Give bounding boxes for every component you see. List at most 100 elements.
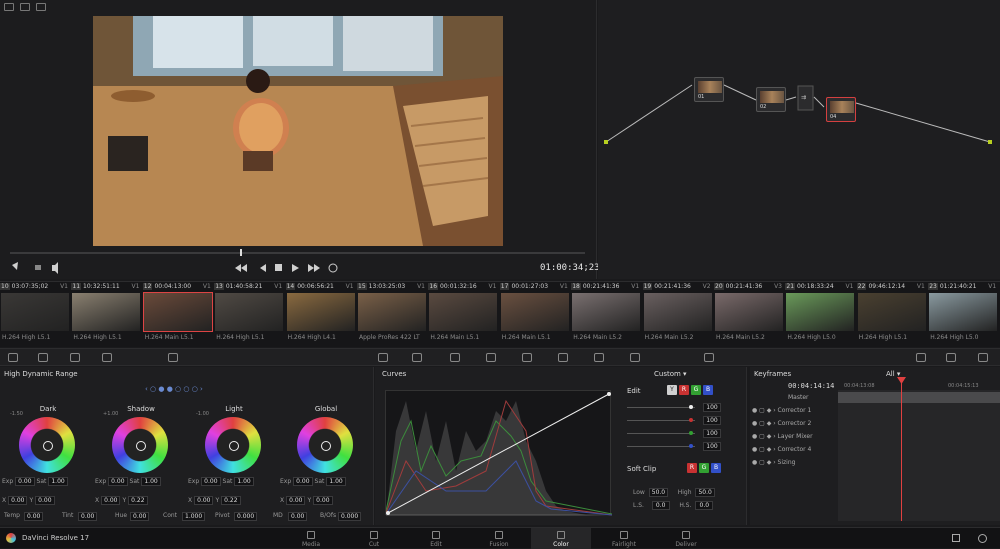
magic-mask-icon[interactable] (522, 353, 532, 362)
settings-gear-icon[interactable] (978, 534, 987, 543)
page-tab-media[interactable]: Media (281, 528, 341, 549)
b-intensity-field[interactable]: 100 (703, 442, 721, 451)
keyframe-row[interactable]: ● ▢ ◆ › Sizing (752, 459, 836, 466)
page-tab-fusion[interactable]: Fusion (469, 528, 529, 549)
sat-field[interactable]: 1.00 (234, 477, 254, 486)
clip-thumbnail[interactable]: 11 10:32:51:11 V1 H.264 High L5.1 (71, 282, 141, 348)
temp-field[interactable]: 0.00 (24, 512, 44, 521)
stop-icon[interactable] (275, 264, 282, 271)
md-field[interactable]: 0.00 (288, 512, 308, 521)
curves-mode-select[interactable]: Custom ▾ (654, 370, 687, 378)
scrubber-track[interactable] (10, 252, 585, 254)
page-tab-color[interactable]: Color (531, 528, 591, 549)
high-field[interactable]: 50.0 (695, 488, 715, 497)
window-icon[interactable] (450, 353, 460, 362)
keyframes-icon[interactable] (916, 353, 926, 362)
curve-point[interactable] (607, 392, 611, 396)
channel-y-toggle[interactable]: Y (667, 385, 677, 395)
clip-thumbnail[interactable]: 16 00:01:32:16 V1 H.264 Main L5.1 (428, 282, 498, 348)
clip-thumbnail[interactable]: 17 00:01:27:03 V1 H.264 Main L5.1 (499, 282, 570, 348)
exp-field[interactable]: 0.00 (201, 477, 221, 486)
step-back-icon[interactable] (260, 264, 266, 272)
zone-dots[interactable]: ‹ ○ ● ● ○ ○ ○ › (145, 385, 203, 393)
y-field[interactable]: 0.22 (128, 496, 148, 505)
clip-thumbnail[interactable]: 15 13:03:25:03 V1 Apple ProRes 422 LT (357, 282, 427, 348)
hdr-icon[interactable] (102, 353, 112, 362)
keyframe-row[interactable]: ● ▢ ◆ › Layer Mixer (752, 433, 836, 440)
offset-field[interactable]: 0.000 (338, 512, 362, 521)
y-field[interactable]: 0.00 (313, 496, 333, 505)
keyframe-playhead[interactable] (901, 380, 902, 521)
keyframe-row[interactable]: Master (752, 394, 836, 401)
sizing-icon[interactable] (630, 353, 640, 362)
speaker-icon[interactable] (52, 262, 58, 274)
home-icon[interactable] (952, 534, 960, 542)
clip-thumbnail[interactable]: 21 00:18:33:24 V1 H.264 High L5.0 (785, 282, 855, 348)
keyframe-track-area[interactable] (838, 390, 1000, 521)
gallery-icon[interactable] (20, 3, 30, 11)
primaries-icon[interactable] (70, 353, 80, 362)
hs-field[interactable]: 0.0 (695, 501, 714, 510)
curve-point[interactable] (386, 511, 390, 515)
scrubber-playhead[interactable] (240, 249, 242, 256)
play-icon[interactable] (292, 264, 299, 272)
eyedropper-icon[interactable] (12, 262, 18, 270)
camera-raw-icon[interactable] (8, 353, 18, 362)
clip-thumbnail[interactable]: 19 00:21:41:36 V2 H.264 Main L5.2 (642, 282, 713, 348)
clip-thumbnail[interactable]: 14 00:06:56:21 V1 H.264 High L4.1 (285, 282, 356, 348)
page-tab-fairlight[interactable]: Fairlight (594, 528, 654, 549)
hue-field[interactable]: 0.00 (130, 512, 150, 521)
tracker-icon[interactable] (486, 353, 496, 362)
node-editor[interactable]: ⇉ 01 02 04 (598, 0, 1000, 279)
contrast-field[interactable]: 1.000 (182, 512, 206, 521)
channel-r-toggle[interactable]: R (679, 385, 689, 395)
clip-thumbnail[interactable]: 13 01:40:58:21 V1 H.264 High L5.1 (214, 282, 284, 348)
sat-field[interactable]: 1.00 (48, 477, 68, 486)
scopes-icon[interactable] (946, 353, 956, 362)
x-field[interactable]: 0.00 (286, 496, 306, 505)
color-wheel[interactable] (19, 417, 75, 473)
tint-field[interactable]: 0.00 (78, 512, 98, 521)
exp-field[interactable]: 0.00 (108, 477, 128, 486)
channel-b-toggle[interactable]: B (703, 385, 713, 395)
color-wheel[interactable] (297, 417, 353, 473)
color-node-selected[interactable]: 04 (826, 97, 856, 122)
soft-clip-g-toggle[interactable]: G (699, 463, 709, 473)
channel-g-toggle[interactable]: G (691, 385, 701, 395)
info-icon[interactable] (978, 353, 988, 362)
page-tab-cut[interactable]: Cut (344, 528, 404, 549)
curve-graph[interactable] (385, 390, 613, 516)
blur-icon[interactable] (558, 353, 568, 362)
keyframe-row[interactable]: ● ▢ ◆ › Corrector 1 (752, 407, 836, 414)
x-field[interactable]: 0.00 (8, 496, 28, 505)
y-intensity-field[interactable]: 100 (703, 403, 721, 412)
color-wheel[interactable] (205, 417, 261, 473)
skip-end-icon[interactable] (308, 264, 314, 272)
keyframe-row[interactable]: ● ▢ ◆ › Corrector 2 (752, 420, 836, 427)
page-tab-deliver[interactable]: Deliver (656, 528, 716, 549)
curves-icon[interactable] (168, 353, 178, 362)
soft-clip-b-toggle[interactable]: B (711, 463, 721, 473)
x-field[interactable]: 0.00 (101, 496, 121, 505)
single-viewer-icon[interactable] (4, 3, 14, 11)
sat-field[interactable]: 1.00 (141, 477, 161, 486)
page-tab-edit[interactable]: Edit (406, 528, 466, 549)
3d-icon[interactable] (704, 353, 714, 362)
keyframe-row[interactable]: ● ▢ ◆ › Corrector 4 (752, 446, 836, 453)
pivot-field[interactable]: 0.000 (234, 512, 258, 521)
color-match-icon[interactable] (38, 353, 48, 362)
color-warper-icon[interactable] (378, 353, 388, 362)
y-field[interactable]: 0.00 (35, 496, 55, 505)
sat-field[interactable]: 1.00 (326, 477, 346, 486)
skip-start-icon[interactable] (235, 264, 241, 272)
clip-thumbnail[interactable]: 10 03:07:35;02 V1 H.264 High L5.1 (0, 282, 70, 348)
clip-thumbnail[interactable]: 22 09:46:12:14 V1 H.264 High L5.1 (856, 282, 927, 348)
color-node[interactable]: 01 (694, 77, 724, 102)
x-field[interactable]: 0.00 (194, 496, 214, 505)
wand-icon[interactable] (36, 3, 46, 11)
overlay-icon[interactable] (35, 265, 41, 270)
g-intensity-field[interactable]: 100 (703, 429, 721, 438)
clip-thumbnail[interactable]: 12 00:04:13:00 V1 H.264 Main L5.1 (142, 282, 213, 348)
exp-field[interactable]: 0.00 (15, 477, 35, 486)
qualifier-icon[interactable] (412, 353, 422, 362)
